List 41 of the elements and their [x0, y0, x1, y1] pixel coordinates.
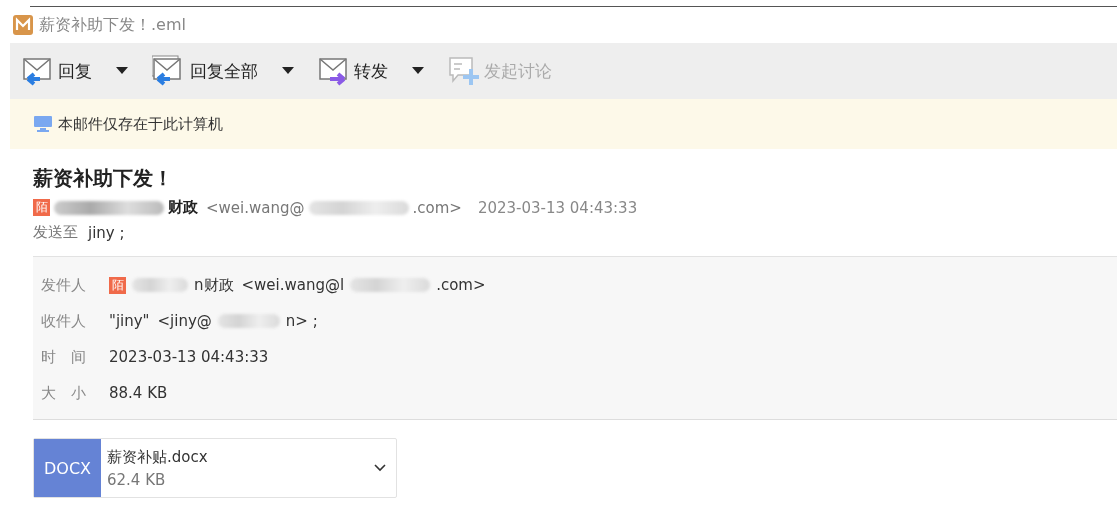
recipient-email: n> ;	[285, 312, 318, 330]
caret-icon[interactable]	[282, 67, 294, 75]
sender-email: <wei.wang@	[206, 198, 305, 217]
toolbar-button[interactable]: 回复全部	[152, 55, 258, 87]
sender-avatar: 陌	[33, 199, 50, 216]
notice-text: 本邮件仅存在于此计算机	[58, 114, 223, 134]
redaction-blur	[217, 314, 280, 328]
recipient-name: "jiny"	[109, 312, 150, 330]
mail-app-icon	[13, 15, 33, 35]
detail-value: 88.4 KB	[109, 384, 168, 402]
caret-icon[interactable]	[412, 67, 424, 75]
redaction-blur	[132, 278, 188, 292]
sender-email: .com>	[412, 198, 462, 217]
detail-label: 大 小	[41, 383, 87, 403]
toolbar-button[interactable]: 回复	[22, 55, 92, 87]
attachment-card[interactable]: DOCX 薪资补贴.docx 62.4 KB	[33, 438, 397, 498]
email-subject: 薪资补助下发！	[33, 165, 174, 192]
file-type-badge: DOCX	[34, 439, 101, 497]
caret-icon[interactable]	[116, 67, 128, 75]
attachment-name: 薪资补贴.docx	[107, 447, 209, 467]
toolbar-button[interactable]: 转发	[318, 55, 388, 87]
sender-email: .com>	[436, 276, 486, 294]
detail-label: 时 间	[41, 347, 87, 367]
attachment-size: 62.4 KB	[107, 470, 167, 489]
reply-icon	[22, 55, 54, 87]
detail-label: 收件人	[41, 311, 87, 331]
forward-icon	[318, 55, 350, 87]
recipients-label: 发送至	[33, 223, 78, 242]
window-title: 薪资补助下发！.eml	[39, 14, 186, 36]
sender-name: 财政	[168, 198, 198, 217]
sender-name: n财政	[194, 275, 234, 295]
detail-value: 2023-03-13 04:43:33	[109, 348, 269, 366]
computer-icon	[34, 115, 52, 133]
chevron-down-icon[interactable]	[374, 464, 386, 472]
recipient-email: <jiny@	[157, 312, 212, 330]
detail-label: 发件人	[41, 275, 87, 295]
discussion-icon	[448, 55, 480, 87]
sender-email: <wei.wang@l	[241, 276, 345, 294]
recipient[interactable]: jiny ;	[88, 223, 125, 242]
email-date: 2023-03-13 04:43:33	[477, 198, 638, 217]
sender-avatar: 陌	[109, 276, 126, 294]
